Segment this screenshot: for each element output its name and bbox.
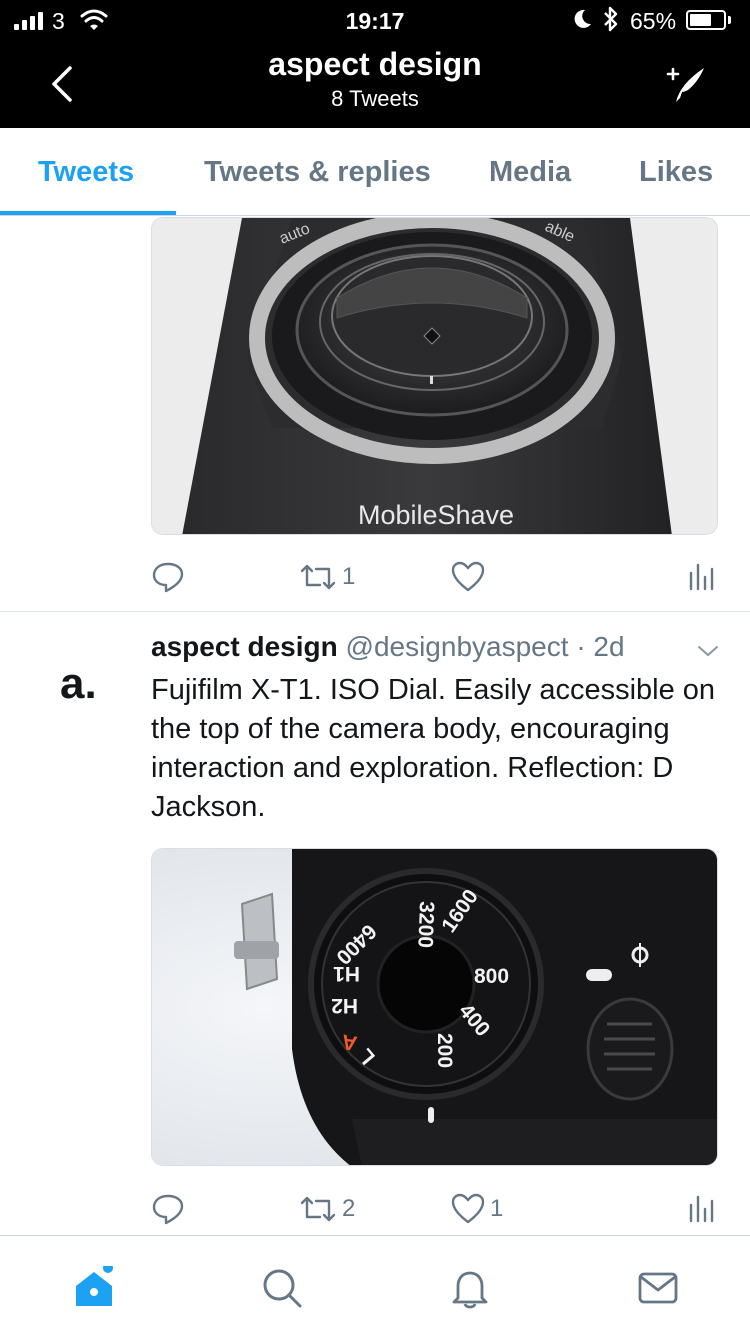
top-bar: 3 19:17 65% aspect design 8 Tweets (0, 0, 750, 128)
battery-tip (728, 16, 731, 24)
analytics-button[interactable] (685, 557, 715, 597)
tab-tweets-and-replies[interactable]: Tweets & replies (204, 156, 431, 189)
retweet-count: 1 (342, 563, 356, 590)
dial-label-200: 200 (433, 1033, 456, 1068)
heart-icon (451, 1193, 485, 1224)
like-button[interactable]: 1 (450, 1189, 503, 1229)
battery-percent: 65% (630, 8, 677, 34)
retweet-icon (300, 1196, 336, 1222)
home-icon[interactable] (72, 1266, 116, 1310)
tweet-feed[interactable]: auto able MobileShave 1 a. aspect design… (0, 217, 750, 1235)
bottom-tab-bar (0, 1235, 750, 1334)
avatar-text: a. (60, 659, 97, 708)
tweet-media-image[interactable]: auto able MobileShave (151, 217, 718, 535)
reply-button[interactable] (150, 557, 190, 597)
avatar[interactable]: a. (56, 658, 108, 710)
moon-icon (574, 9, 591, 28)
profile-tabs: Tweets Tweets & replies Media Likes (0, 128, 750, 216)
compose-tweet-icon[interactable] (664, 62, 708, 106)
shaver-photo: auto able MobileShave (152, 218, 717, 534)
messages-icon[interactable] (636, 1266, 680, 1310)
active-tab-indicator (0, 211, 176, 215)
iso-dial-photo: 3200 1600 800 400 200 L A H2 H1 6400 (152, 849, 717, 1165)
chevron-down-icon[interactable] (696, 643, 720, 659)
battery-icon (686, 10, 726, 30)
status-bar: 3 19:17 65% (0, 0, 750, 40)
bluetooth-icon (604, 6, 618, 32)
author-handle[interactable]: @designbyaspect (346, 631, 569, 662)
tweet-header: aspect design @designbyaspect · 2d (151, 631, 625, 663)
tweet-count: 8 Tweets (331, 86, 419, 111)
like-count: 1 (490, 1195, 504, 1222)
search-icon[interactable] (260, 1266, 304, 1310)
retweet-icon (300, 564, 336, 590)
dial-label-h2: H2 (331, 994, 358, 1017)
tab-media[interactable]: Media (489, 156, 571, 189)
heart-icon (451, 561, 485, 592)
tab-likes[interactable]: Likes (639, 156, 713, 189)
retweet-count: 2 (342, 1195, 356, 1222)
analytics-button[interactable] (685, 1189, 715, 1229)
tweet-time: · 2d (576, 631, 625, 662)
tweet-text: Fujifilm X-T1. ISO Dial. Easily accessib… (151, 674, 716, 823)
media-caption: MobileShave (358, 500, 514, 530)
retweet-button[interactable]: 2 (298, 1189, 355, 1229)
reply-button[interactable] (150, 1189, 190, 1229)
reply-icon (152, 1194, 184, 1225)
dial-label-800: 800 (474, 965, 509, 988)
author-name[interactable]: aspect design (151, 631, 338, 662)
dial-label-3200: 3200 (413, 901, 438, 948)
notifications-icon[interactable] (448, 1266, 492, 1310)
reply-icon (152, 562, 184, 593)
analytics-icon (689, 563, 714, 591)
analytics-icon (689, 1195, 714, 1223)
like-button[interactable] (450, 557, 490, 597)
tweet-actions: 1 (150, 557, 720, 597)
tab-tweets[interactable]: Tweets (38, 156, 134, 189)
tweet-media-image[interactable]: 3200 1600 800 400 200 L A H2 H1 6400 (151, 848, 718, 1166)
tweet-actions: 2 1 (150, 1189, 720, 1229)
profile-title: aspect design (268, 46, 482, 82)
retweet-button[interactable]: 1 (298, 557, 355, 597)
tweet-divider (0, 611, 750, 612)
